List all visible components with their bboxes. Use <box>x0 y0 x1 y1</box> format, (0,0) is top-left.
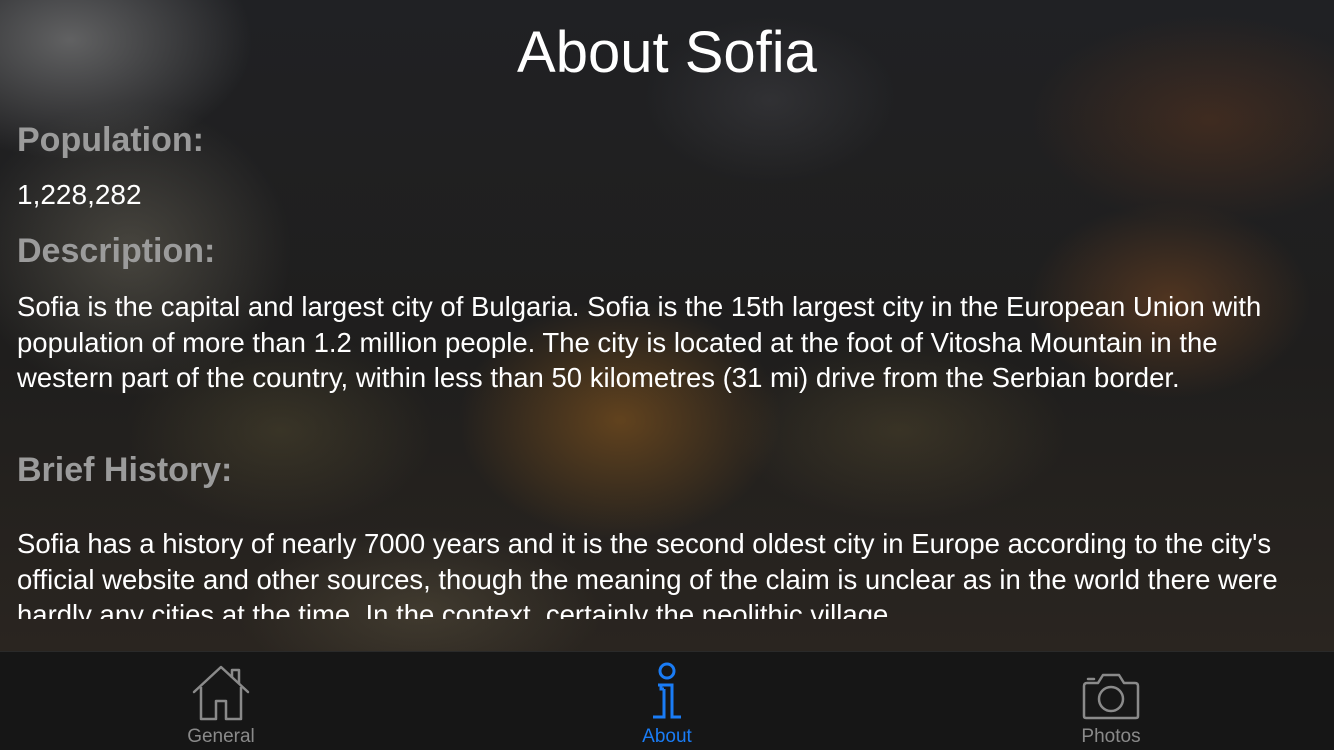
tab-general-label: General <box>187 726 255 747</box>
tab-bar: General About Photos <box>0 651 1334 750</box>
scroll-content[interactable]: About Sofia Population: 1,228,282 Descri… <box>0 0 1334 619</box>
description-text: Sofia is the capital and largest city of… <box>17 291 1262 393</box>
population-value: 1,228,282 <box>17 179 142 210</box>
house-icon <box>192 665 250 721</box>
history-heading: Brief History: <box>17 451 233 489</box>
info-icon <box>653 662 681 719</box>
tab-photos-label: Photos <box>1081 726 1141 747</box>
description-heading: Description: <box>17 232 216 270</box>
tab-general[interactable]: General <box>121 652 321 750</box>
tab-photos[interactable]: Photos <box>1011 652 1211 750</box>
history-text: Sofia has a history of nearly 7000 years… <box>17 528 1278 619</box>
tab-about[interactable]: About <box>567 652 767 750</box>
tab-about-label: About <box>642 726 692 747</box>
screen: About Sofia Population: 1,228,282 Descri… <box>0 0 1334 750</box>
camera-icon <box>1082 673 1140 720</box>
population-heading: Population: <box>17 121 204 159</box>
page-title: About Sofia <box>517 20 817 85</box>
